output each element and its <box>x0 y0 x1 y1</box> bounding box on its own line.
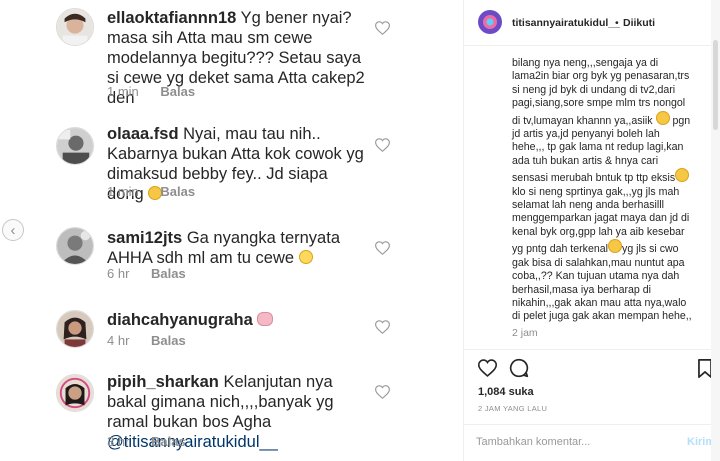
comment-username[interactable]: olaaa.fsd <box>107 125 179 143</box>
heart-icon[interactable] <box>375 320 390 334</box>
caption-line-text: sensasi merubah bntuk tp ttp eksis <box>512 172 676 185</box>
caption-line: hehe,,, tp gak lama nt redup lagi,kan <box>512 141 684 154</box>
fearful-emoji-icon <box>298 250 313 264</box>
caption-line: sensasi merubah bntuk tp ttp eksis <box>512 168 712 185</box>
reply-button[interactable]: Balas <box>151 333 186 348</box>
caption-line: si neng jd byk di undang di tv2,dari <box>512 83 676 96</box>
caption-line: bilang nya neng,,,sengaja ya di <box>512 57 659 69</box>
reply-button[interactable]: Balas <box>151 266 186 281</box>
heart-icon[interactable] <box>478 359 497 377</box>
heart-icon[interactable] <box>375 21 390 35</box>
caption-line-text: pgn <box>672 114 691 127</box>
post-panel: titisannyairatukidul__ • Diikuti bilang … <box>464 0 720 461</box>
comment-meta: 1 min Balas <box>107 84 195 99</box>
comment-meta: 6 hr Balas <box>107 266 186 281</box>
avatar[interactable] <box>478 10 502 34</box>
caption-line: yg pntg dah terkenal yg jls si cwo <box>512 239 712 256</box>
comment-meta: 4 hr Balas <box>107 333 186 348</box>
heart-icon[interactable] <box>375 138 390 152</box>
caption-line: nikahin,,,gak akan mau atta nya,walo <box>512 296 687 309</box>
divider <box>464 424 720 425</box>
avatar[interactable] <box>56 374 94 412</box>
bookmark-icon[interactable] <box>698 359 712 378</box>
post-caption: bilang nya neng,,,sengaja ya di lama2in … <box>512 57 712 324</box>
avatar[interactable] <box>56 227 94 265</box>
caption-line: klo si neng sprtinya gak,,,yg jls mah <box>512 185 680 198</box>
heart-icon[interactable] <box>375 385 390 399</box>
heart-icon[interactable] <box>375 241 390 255</box>
comment-time: 1 min <box>107 84 139 99</box>
comment-username[interactable]: diahcahyanugraha <box>107 311 253 329</box>
separator-dot: • <box>615 17 619 29</box>
grin-emoji-icon <box>608 239 623 254</box>
comment-time: 4 hr <box>107 333 130 348</box>
post-header: titisannyairatukidul__ • Diikuti <box>464 0 720 46</box>
avatar[interactable] <box>56 8 94 46</box>
comment-meta: 1 min Balas <box>107 184 195 199</box>
post-timestamp: 2 JAM YANG LALU <box>478 404 548 413</box>
comment-time: 3 hr <box>107 434 130 449</box>
avatar[interactable] <box>56 127 94 165</box>
post-username[interactable]: titisannyairatukidul__ <box>512 17 620 29</box>
reply-button[interactable]: Balas <box>160 184 195 199</box>
grin-emoji-icon <box>675 168 690 183</box>
scrollbar-thumb[interactable] <box>713 40 718 130</box>
comment-time: 6 hr <box>107 266 130 281</box>
caption-line-text: yg pntg dah terkenal <box>512 243 609 256</box>
kiss-emoji-icon <box>257 312 274 326</box>
chevron-left-icon[interactable]: ‹ <box>2 219 24 241</box>
reply-button[interactable]: Balas <box>151 434 186 449</box>
comment-username[interactable]: pipih_sharkan <box>107 373 219 391</box>
reply-button[interactable]: Balas <box>160 84 195 99</box>
caption-line: menggemparkan jagat maya dan jd di <box>512 212 690 225</box>
divider <box>464 349 720 350</box>
comment-text: diahcahyanugraha <box>107 310 367 330</box>
comment-text: sami12jts Ga nyangka ternyata AHHA sdh m… <box>107 228 367 268</box>
comment-time: 1 min <box>107 184 139 199</box>
comment-meta: 3 hr Balas <box>107 434 186 449</box>
caption-line: berhasil,masa iya berharap di <box>512 283 651 296</box>
caption-line: selamat lah neng anda berhasilll <box>512 199 664 212</box>
avatar[interactable] <box>56 310 94 348</box>
caption-line-text: yg jls si cwo <box>622 243 679 256</box>
following-button[interactable]: Diikuti <box>623 17 655 29</box>
caption-line: jd artis ya,jd penyanyi boleh lah <box>512 128 660 141</box>
caption-line: coba,,?? Kan tujuan utama nya dah <box>512 270 680 283</box>
caption-line: gak bisa di salahkan,mau nuntut apa <box>512 256 685 269</box>
like-count[interactable]: 1,084 suka <box>478 386 534 398</box>
caption-line: ada tuh bukan artis & hnya cari <box>512 154 659 167</box>
caption-line: kenal byk org,gpp lah ya aib kesebar <box>512 225 685 238</box>
caption-line: di tv,lumayan khannn ya,,asiik pgn <box>512 110 712 128</box>
add-comment-input[interactable] <box>476 432 676 452</box>
caption-time: 2 jam <box>512 327 538 339</box>
caption-line: pagi,siang,sore smpe mlm trs nongol <box>512 97 686 110</box>
caption-line: lama2in biar org byk yg penasaran,trs <box>512 70 690 83</box>
comment-bubble-icon[interactable] <box>509 358 529 378</box>
grin-emoji-icon <box>655 110 670 125</box>
comment-username[interactable]: sami12jts <box>107 229 182 247</box>
caption-line-text: di tv,lumayan khannn ya,,asiik <box>512 114 653 127</box>
comment-username[interactable]: ellaoktafiannn18 <box>107 9 236 27</box>
comments-panel: ‹ ellaoktafiannn18 Yg bener nyai?masa si… <box>0 0 463 461</box>
caption-line: di pelet juga gak akan mempan hehe,, <box>512 310 692 323</box>
